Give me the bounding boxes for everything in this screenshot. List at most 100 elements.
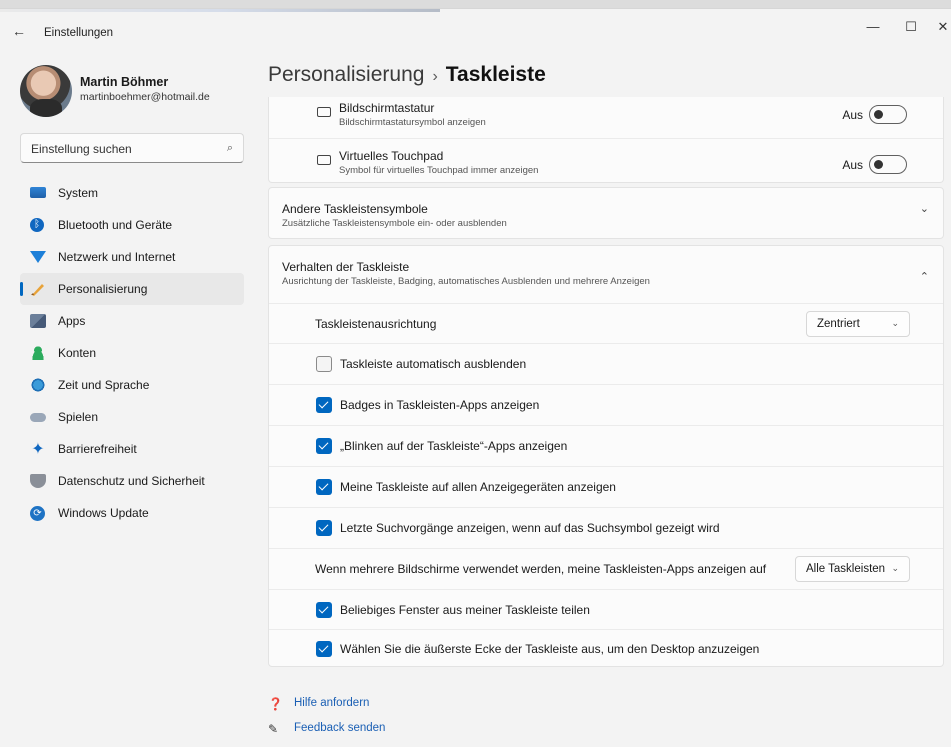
other-taskbar-icons-expander[interactable]: Andere Taskleistensymbole Zusätzliche Ta… <box>268 187 944 239</box>
breadcrumb-separator-icon: › <box>432 68 438 85</box>
sidebar-item-label: Zeit und Sprache <box>58 378 150 392</box>
toggle-knob <box>874 110 883 119</box>
maximize-icon[interactable]: ☐ <box>896 19 926 35</box>
checkbox-label: Letzte Suchvorgänge anzeigen, wenn auf d… <box>340 521 720 535</box>
alignment-dropdown[interactable]: Zentriert ⌄ <box>806 311 910 337</box>
setting-row-touchpad: Virtuelles Touchpad Symbol für virtuelle… <box>269 139 943 183</box>
breadcrumb-parent[interactable]: Personalisierung <box>268 63 424 86</box>
chevron-down-icon: ⌄ <box>919 203 929 215</box>
search-input[interactable]: Einstellung suchen ⌕ <box>20 133 244 163</box>
keyboard-toggle-state: Aus <box>842 108 863 122</box>
checkbox-label: Taskleiste automatisch ausblenden <box>340 357 527 371</box>
avatar <box>20 65 72 117</box>
sidebar-item-accessibility[interactable]: ✦ Barrierefreiheit <box>20 433 244 465</box>
apps-icon <box>30 314 46 328</box>
sidebar-item-personalization[interactable]: Personalisierung <box>20 273 244 305</box>
sidebar-item-label: Datenschutz und Sicherheit <box>58 474 205 488</box>
profile-name: Martin Böhmer <box>80 75 169 89</box>
sidebar-item-bluetooth[interactable]: ᛒ Bluetooth und Geräte <box>20 209 244 241</box>
setting-row-flashing: „Blinken auf der Taskleiste“-Apps anzeig… <box>269 426 943 467</box>
keyboard-icon <box>317 107 331 117</box>
setting-row-show-desktop: Wählen Sie die äußerste Ecke der Tasklei… <box>269 630 943 668</box>
chevron-up-icon: ⌃ <box>919 271 929 283</box>
brush-icon <box>30 282 46 296</box>
multi-display-dropdown[interactable]: Alle Taskleisten ⌄ <box>795 556 910 582</box>
checkbox-label: Badges in Taskleisten-Apps anzeigen <box>340 398 540 412</box>
sidebar-item-time-language[interactable]: Zeit und Sprache <box>20 369 244 401</box>
sidebar-item-gaming[interactable]: Spielen <box>20 401 244 433</box>
checkbox-label: Wählen Sie die äußerste Ecke der Tasklei… <box>340 642 760 656</box>
page-title: Taskleiste <box>445 63 546 86</box>
tray-icons-card: Bildschirmtastatur Bildschirmtastatursym… <box>268 97 944 183</box>
expander-title: Andere Taskleistensymbole <box>282 202 428 216</box>
feedback-link[interactable]: ✎ Feedback senden <box>268 720 388 738</box>
account-icon <box>30 346 46 360</box>
expander-subtitle: Ausrichtung der Taskleiste, Badging, aut… <box>282 276 650 287</box>
search-icon: ⌕ <box>226 142 233 154</box>
minimize-icon[interactable]: — <box>858 19 888 34</box>
multi-display-label: Wenn mehrere Bildschirme verwendet werde… <box>315 562 767 576</box>
setting-row-share-window: Beliebiges Fenster aus meiner Taskleiste… <box>269 590 943 630</box>
accessibility-icon: ✦ <box>31 441 45 458</box>
expander-title: Verhalten der Taskleiste <box>282 260 410 274</box>
feedback-link-text: Feedback senden <box>294 722 386 734</box>
autohide-checkbox[interactable] <box>316 356 332 372</box>
help-link[interactable]: ❓ Hilfe anfordern <box>268 695 388 713</box>
keyboard-toggle[interactable] <box>869 105 907 124</box>
sidebar-item-windows-update[interactable]: ⟳ Windows Update <box>20 497 244 529</box>
system-icon <box>30 187 46 198</box>
share-window-checkbox[interactable] <box>316 602 332 618</box>
toggle-knob <box>874 160 883 169</box>
clock-globe-icon <box>30 378 46 392</box>
title-bar: ← Einstellungen — ☐ ✕ <box>0 9 951 55</box>
touchpad-subtitle: Symbol für virtuelles Touchpad immer anz… <box>339 165 539 176</box>
keyboard-title: Bildschirmtastatur <box>339 101 435 115</box>
keyboard-subtitle: Bildschirmtastatursymbol anzeigen <box>339 117 486 128</box>
help-link-text: Hilfe anfordern <box>294 697 370 709</box>
behavior-header[interactable]: Verhalten der Taskleiste Ausrichtung der… <box>269 246 943 304</box>
sidebar-item-label: Netzwerk und Internet <box>58 250 176 264</box>
sidebar-item-apps[interactable]: Apps <box>20 305 244 337</box>
flashing-checkbox[interactable] <box>316 438 332 454</box>
recent-searches-checkbox[interactable] <box>316 520 332 536</box>
badges-checkbox[interactable] <box>316 397 332 413</box>
checkbox-label: Beliebiges Fenster aus meiner Taskleiste… <box>340 603 590 617</box>
sidebar-item-label: Konten <box>58 346 97 360</box>
help-icon: ❓ <box>268 697 283 711</box>
expander-subtitle: Zusätzliche Taskleistensymbole ein- oder… <box>282 218 507 229</box>
sidebar-item-label: Bluetooth und Geräte <box>58 218 173 232</box>
sidebar-item-label: Personalisierung <box>58 282 148 296</box>
window-title: Einstellungen <box>44 27 114 39</box>
show-desktop-checkbox[interactable] <box>316 641 332 657</box>
gamepad-icon <box>30 413 46 422</box>
feedback-icon: ✎ <box>268 722 279 736</box>
touchpad-title: Virtuelles Touchpad <box>339 149 444 163</box>
sidebar-item-system[interactable]: System <box>20 177 244 209</box>
sidebar-item-privacy[interactable]: Datenschutz und Sicherheit <box>20 465 244 497</box>
sidebar-item-label: System <box>58 186 99 200</box>
setting-row-keyboard: Bildschirmtastatur Bildschirmtastatursym… <box>269 97 943 139</box>
touchpad-icon <box>317 155 331 165</box>
update-icon: ⟳ <box>30 506 45 521</box>
chevron-down-icon: ⌄ <box>891 318 899 328</box>
active-indicator <box>20 282 23 296</box>
close-icon[interactable]: ✕ <box>928 19 951 35</box>
chevron-down-icon: ⌄ <box>891 563 899 573</box>
back-arrow-icon[interactable]: ← <box>12 23 26 39</box>
sidebar-item-network[interactable]: Netzwerk und Internet <box>20 241 244 273</box>
search-placeholder: Einstellung suchen <box>31 142 132 156</box>
checkbox-label: Meine Taskleiste auf allen Anzeigegeräte… <box>340 480 616 494</box>
sidebar-item-accounts[interactable]: Konten <box>20 337 244 369</box>
setting-row-autohide: Taskleiste automatisch ausblenden <box>269 344 943 385</box>
sidebar-item-label: Spielen <box>58 410 99 424</box>
touchpad-toggle[interactable] <box>869 155 907 174</box>
profile-email: martinboehmer@hotmail.de <box>80 91 210 103</box>
taskbar-behavior-card: Verhalten der Taskleiste Ausrichtung der… <box>268 245 944 667</box>
network-icon <box>30 251 46 263</box>
setting-row-all-displays: Meine Taskleiste auf allen Anzeigegeräte… <box>269 467 943 508</box>
sidebar-item-label: Barrierefreiheit <box>58 442 137 456</box>
bluetooth-icon: ᛒ <box>30 218 44 232</box>
all-displays-checkbox[interactable] <box>316 479 332 495</box>
setting-row-multi-display: Wenn mehrere Bildschirme verwendet werde… <box>269 549 943 590</box>
setting-row-badges: Badges in Taskleisten-Apps anzeigen <box>269 385 943 426</box>
